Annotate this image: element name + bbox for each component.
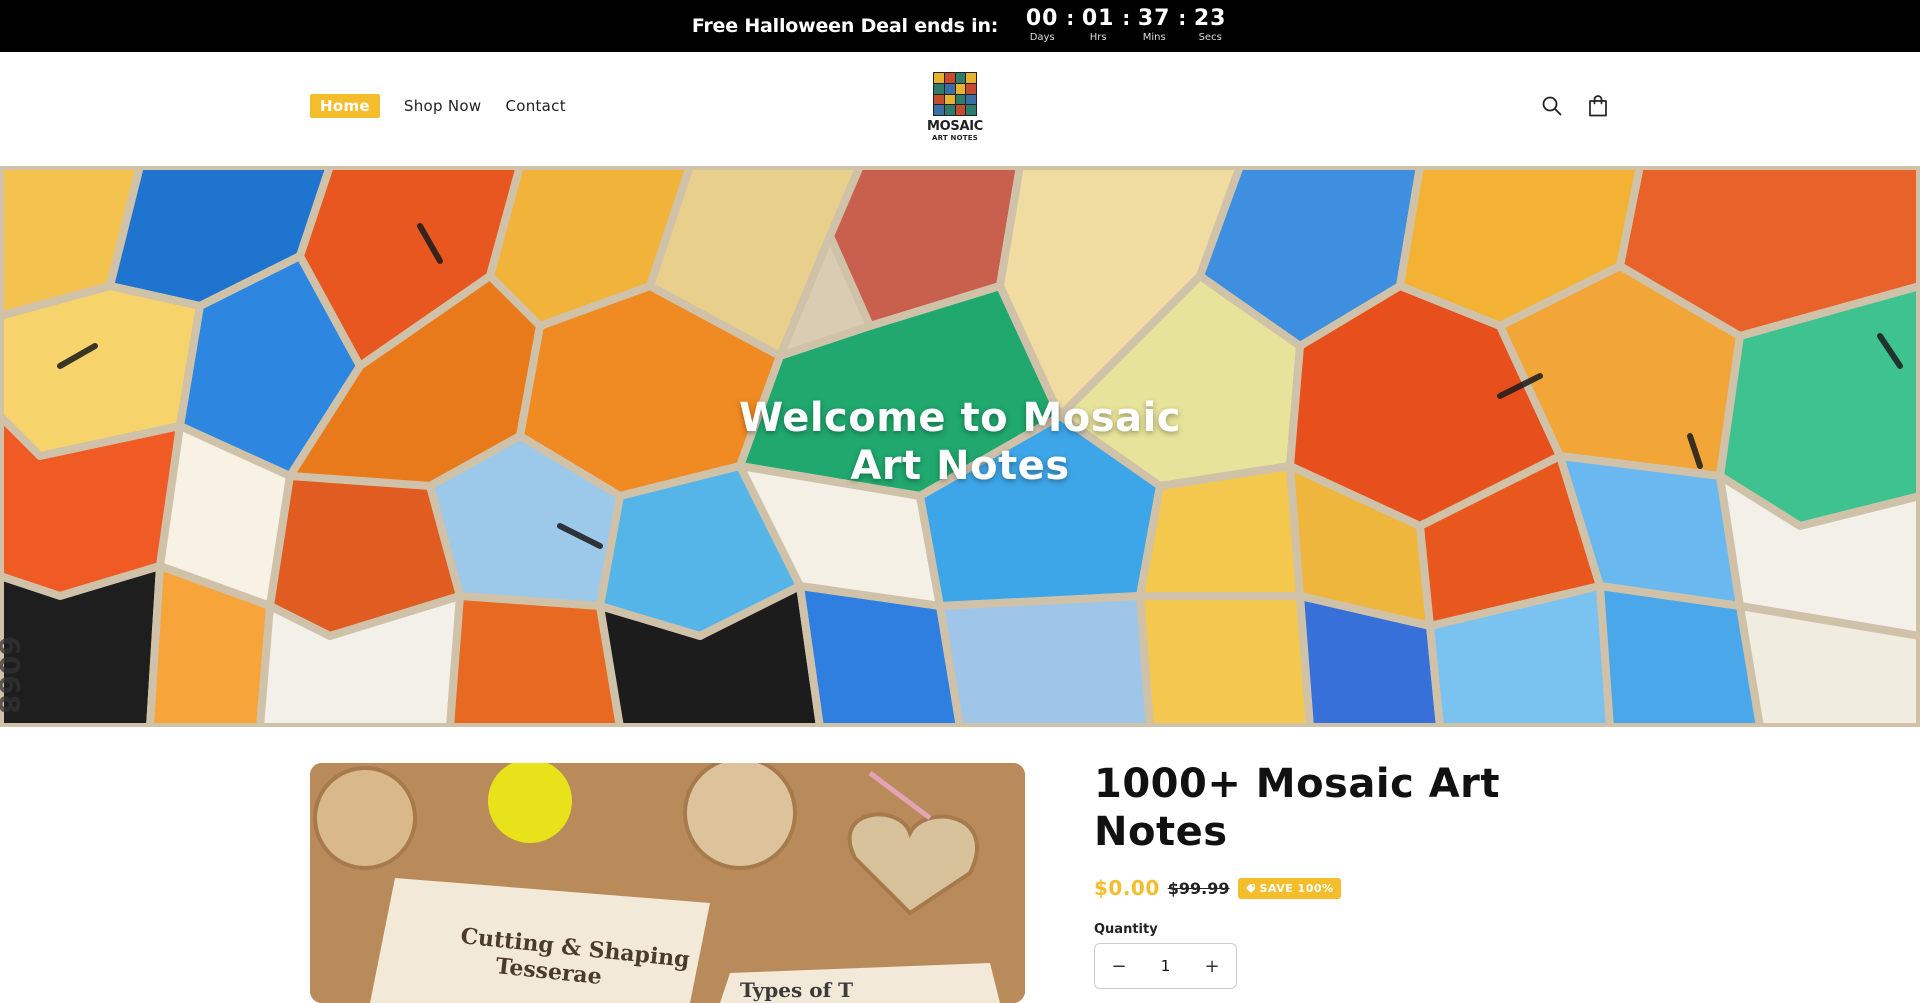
- price-row: $0.00 $99.99 SAVE 100%: [1094, 876, 1614, 900]
- nav-home-link[interactable]: Home: [310, 94, 380, 118]
- countdown-separator: :: [1122, 6, 1131, 30]
- save-badge-text: SAVE 100%: [1259, 881, 1334, 895]
- search-icon: [1542, 96, 1562, 116]
- countdown-hours: 01 Hrs: [1080, 8, 1116, 44]
- countdown-minutes: 37 Mins: [1136, 8, 1172, 44]
- product-image-graphic: Cutting & Shaping Tesserae Types of T: [310, 763, 1025, 1003]
- tag-icon: [1245, 883, 1255, 893]
- countdown-separator: :: [1066, 6, 1075, 30]
- search-button[interactable]: [1540, 94, 1564, 118]
- hero-banner: Welcome to Mosaic Art Notes 6068: [0, 166, 1920, 727]
- sale-price: $0.00: [1094, 876, 1160, 900]
- product-title: 1000+ Mosaic Art Notes: [1094, 761, 1501, 855]
- countdown-seconds-label: Secs: [1198, 32, 1222, 43]
- countdown-timer: 00 Days : 01 Hrs : 37 Mins : 23 Secs: [1024, 8, 1228, 44]
- site-header: Home Shop Now Contact MOSAIC ART NOTES: [0, 52, 1920, 166]
- original-price: $99.99: [1167, 878, 1230, 898]
- save-badge: SAVE 100%: [1237, 877, 1341, 899]
- countdown-days-value: 00: [1025, 6, 1059, 31]
- countdown-separator: :: [1178, 6, 1187, 30]
- header-icons: [1540, 94, 1610, 118]
- logo-mosaic-icon: [933, 72, 977, 116]
- site-logo[interactable]: MOSAIC ART NOTES: [922, 72, 988, 146]
- nav-shop-now-link[interactable]: Shop Now: [404, 97, 482, 115]
- quantity-label: Quantity: [1094, 922, 1158, 937]
- quantity-decrease-button[interactable]: −: [1109, 956, 1129, 977]
- logo-title: MOSAIC: [927, 119, 983, 134]
- product-image-text-3: Types of T: [740, 978, 853, 1002]
- countdown-hours-value: 01: [1081, 6, 1115, 31]
- announcement-text: Free Halloween Deal ends in:: [691, 15, 999, 37]
- countdown-days-label: Days: [1029, 32, 1055, 43]
- logo-subtitle: ART NOTES: [932, 134, 978, 142]
- countdown-hours-label: Hrs: [1089, 32, 1107, 43]
- main-nav: Home Shop Now Contact: [310, 94, 566, 118]
- quantity-stepper: − +: [1094, 943, 1237, 989]
- hero-title-line1: Welcome to Mosaic: [739, 395, 1181, 441]
- countdown-seconds: 23 Secs: [1192, 8, 1228, 44]
- countdown-seconds-value: 23: [1193, 6, 1227, 31]
- quantity-input[interactable]: [1145, 957, 1186, 975]
- announcement-bar: Free Halloween Deal ends in: 00 Days : 0…: [0, 0, 1920, 52]
- nav-contact-link[interactable]: Contact: [505, 97, 565, 115]
- countdown-days: 00 Days: [1024, 8, 1060, 44]
- quantity-increase-button[interactable]: +: [1202, 956, 1222, 977]
- countdown-minutes-label: Mins: [1142, 32, 1166, 43]
- hero-title: Welcome to Mosaic Art Notes: [0, 394, 1920, 490]
- hero-title-line2: Art Notes: [850, 443, 1070, 489]
- product-image[interactable]: Cutting & Shaping Tesserae Types of T: [310, 763, 1025, 1003]
- product-info: 1000+ Mosaic Art Notes $0.00 $99.99 SAVE…: [1094, 760, 1614, 989]
- cart-icon: [1589, 95, 1607, 117]
- countdown-minutes-value: 37: [1137, 6, 1171, 31]
- cart-button[interactable]: [1586, 94, 1610, 118]
- hero-watermark: 6068: [0, 636, 26, 714]
